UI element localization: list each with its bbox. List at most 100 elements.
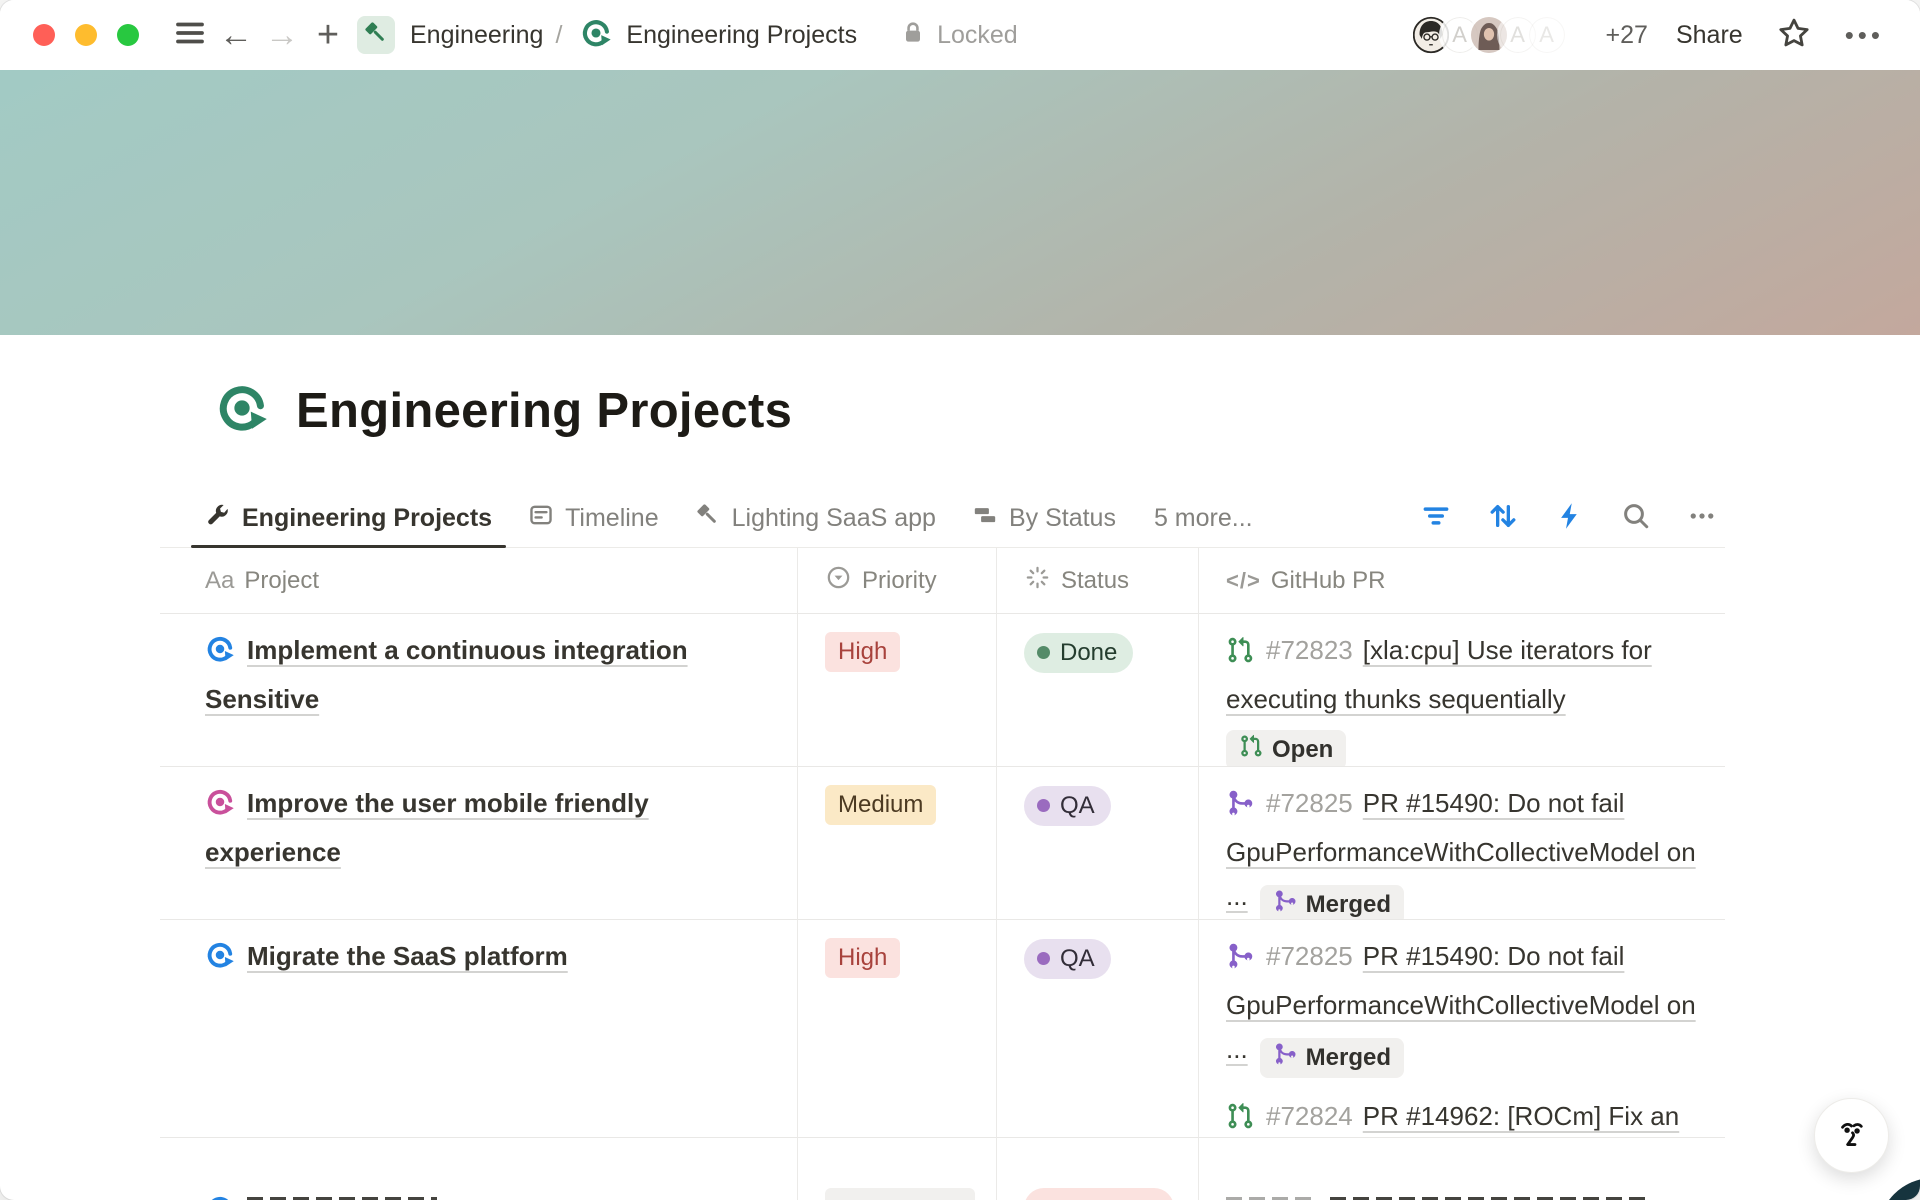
- automations-icon[interactable]: [1555, 501, 1585, 536]
- breadcrumb-parent[interactable]: Engineering: [410, 21, 543, 50]
- iteration-cycle-icon[interactable]: [205, 1193, 235, 1200]
- project-page-link[interactable]: Improve the user mobile friendly experie…: [205, 788, 649, 867]
- column-label[interactable]: Priority: [862, 567, 937, 595]
- board-icon[interactable]: [972, 502, 998, 535]
- priority-cell[interactable]: High: [797, 920, 996, 1138]
- sort-button[interactable]: [1487, 500, 1519, 537]
- project-cell[interactable]: [160, 1138, 797, 1200]
- column-header-status[interactable]: Status: [996, 548, 1198, 614]
- pr-merge-icon[interactable]: [1273, 1042, 1297, 1073]
- status-tag[interactable]: QA: [1024, 939, 1111, 979]
- pr-state-badge-row[interactable]: Open: [1226, 727, 1701, 767]
- back-button[interactable]: ←: [213, 12, 259, 58]
- pr-state-badge[interactable]: Open: [1226, 730, 1346, 768]
- pr-number[interactable]: #72824: [1266, 1101, 1353, 1131]
- tab-label[interactable]: Timeline: [565, 504, 659, 533]
- status-tag[interactable]: QA: [1024, 786, 1111, 826]
- tab-lighting-saas-app[interactable]: Lighting SaaS app: [681, 490, 950, 547]
- tab-timeline[interactable]: Timeline: [514, 490, 673, 547]
- clipped-status-tag[interactable]: [1024, 1188, 1174, 1200]
- pr-number[interactable]: #72825: [1266, 788, 1353, 818]
- pr-number[interactable]: #72823: [1266, 635, 1353, 665]
- pr-merge-icon[interactable]: [1226, 786, 1254, 830]
- page-title[interactable]: Engineering Projects: [296, 383, 792, 439]
- hammer-icon[interactable]: [695, 502, 721, 535]
- avatar-initial[interactable]: A: [1539, 22, 1554, 48]
- github-pr-cell[interactable]: #72825PR #15490: Do not fail GpuPerforma…: [1198, 767, 1725, 920]
- project-cell[interactable]: Migrate the SaaS platform: [160, 920, 797, 1138]
- priority-cell[interactable]: High: [797, 614, 996, 767]
- pr-state-label[interactable]: Merged: [1306, 891, 1391, 919]
- favorite-button[interactable]: [1771, 12, 1817, 58]
- pr-state-badge[interactable]: Merged: [1260, 885, 1404, 921]
- avatar-initial[interactable]: A: [1452, 22, 1467, 48]
- github-pr-cell[interactable]: #72825PR #15490: Do not fail GpuPerforma…: [1198, 920, 1725, 1138]
- iteration-cycle-icon[interactable]: [205, 633, 235, 677]
- avatar-overflow-count[interactable]: +27: [1606, 21, 1648, 50]
- tab-engineering-projects[interactable]: Engineering Projects: [191, 490, 506, 547]
- filter-button[interactable]: [1421, 501, 1451, 536]
- column-header-priority[interactable]: Priority: [797, 548, 996, 614]
- partial-row[interactable]: [160, 1138, 1725, 1200]
- priority-tag[interactable]: Medium: [825, 785, 936, 825]
- priority-tag[interactable]: High: [825, 938, 900, 978]
- pr-merge-icon[interactable]: [1273, 889, 1297, 920]
- project-cell[interactable]: Implement a continuous integration Sensi…: [160, 614, 797, 767]
- filter-icon[interactable]: [1421, 501, 1451, 536]
- lock-status[interactable]: Locked: [899, 19, 1018, 52]
- tab-label[interactable]: Lighting SaaS app: [732, 504, 936, 533]
- pr-open-icon[interactable]: [1226, 633, 1254, 677]
- priority-tag[interactable]: High: [825, 632, 900, 672]
- priority-label[interactable]: Medium: [838, 783, 923, 827]
- breadcrumb-current[interactable]: Engineering Projects: [626, 21, 857, 50]
- search-icon[interactable]: [1621, 501, 1651, 536]
- new-page-button[interactable]: +: [305, 12, 351, 58]
- forward-button[interactable]: →: [259, 12, 305, 58]
- status-icon[interactable]: [1024, 564, 1051, 598]
- avatar-initial[interactable]: A: [1510, 22, 1525, 48]
- more-button[interactable]: [1687, 501, 1717, 536]
- pr-state-badge[interactable]: Merged: [1260, 1038, 1404, 1078]
- more-views-button[interactable]: 5 more...: [1154, 504, 1253, 533]
- pr-open-icon[interactable]: [1239, 734, 1263, 765]
- priority-cell[interactable]: Medium: [797, 767, 996, 920]
- pr-number[interactable]: #72825: [1266, 941, 1353, 971]
- sort-icon[interactable]: [1487, 500, 1519, 537]
- breadcrumb-parent-chip[interactable]: [357, 16, 395, 54]
- status-cell[interactable]: QA: [996, 767, 1198, 920]
- project-page-link[interactable]: Implement a continuous integration Sensi…: [205, 635, 688, 714]
- priority-label[interactable]: High: [838, 936, 887, 980]
- status-dot-icon[interactable]: [1037, 646, 1050, 659]
- more-icon[interactable]: [1687, 501, 1717, 536]
- tab-label[interactable]: Engineering Projects: [242, 504, 492, 533]
- project-page-link[interactable]: Migrate the SaaS platform: [247, 941, 568, 971]
- status-cell[interactable]: Done: [996, 614, 1198, 767]
- status-dot-icon[interactable]: [1037, 799, 1050, 812]
- tab-label[interactable]: By Status: [1009, 504, 1116, 533]
- status-cell[interactable]: [996, 1138, 1198, 1200]
- priority-cell[interactable]: [797, 1138, 996, 1200]
- tab-by-status[interactable]: By Status: [958, 490, 1130, 547]
- title-icon[interactable]: Aa: [205, 567, 234, 595]
- column-header-github-pr[interactable]: </>GitHub PR: [1198, 548, 1725, 614]
- status-label[interactable]: QA: [1060, 784, 1095, 828]
- clipped-priority-tag[interactable]: [825, 1188, 975, 1200]
- column-label[interactable]: GitHub PR: [1271, 567, 1386, 595]
- priority-label[interactable]: High: [838, 630, 887, 674]
- pr-mention[interactable]: #72823[xla:cpu] Use iterators for execut…: [1226, 628, 1701, 767]
- column-label[interactable]: Status: [1061, 567, 1129, 595]
- column-label[interactable]: Project: [244, 567, 319, 595]
- status-cell[interactable]: QA: [996, 920, 1198, 1138]
- pr-merge-icon[interactable]: [1226, 939, 1254, 983]
- status-label[interactable]: QA: [1060, 937, 1095, 981]
- status-tag[interactable]: Done: [1024, 633, 1133, 673]
- pr-mention[interactable]: #72824PR #14962: [ROCm] Fix an issue wit…: [1226, 1094, 1701, 1139]
- minimize-button[interactable]: [75, 24, 97, 46]
- wrench-icon[interactable]: [205, 502, 231, 535]
- table-row[interactable]: Implement a continuous integration Sensi…: [160, 614, 1725, 767]
- table-row[interactable]: Improve the user mobile friendly experie…: [160, 767, 1725, 920]
- timeline-icon[interactable]: [528, 502, 554, 535]
- sidebar-menu-button[interactable]: [167, 12, 213, 58]
- status-dot-icon[interactable]: [1037, 952, 1050, 965]
- iteration-cycle-icon[interactable]: [205, 786, 235, 830]
